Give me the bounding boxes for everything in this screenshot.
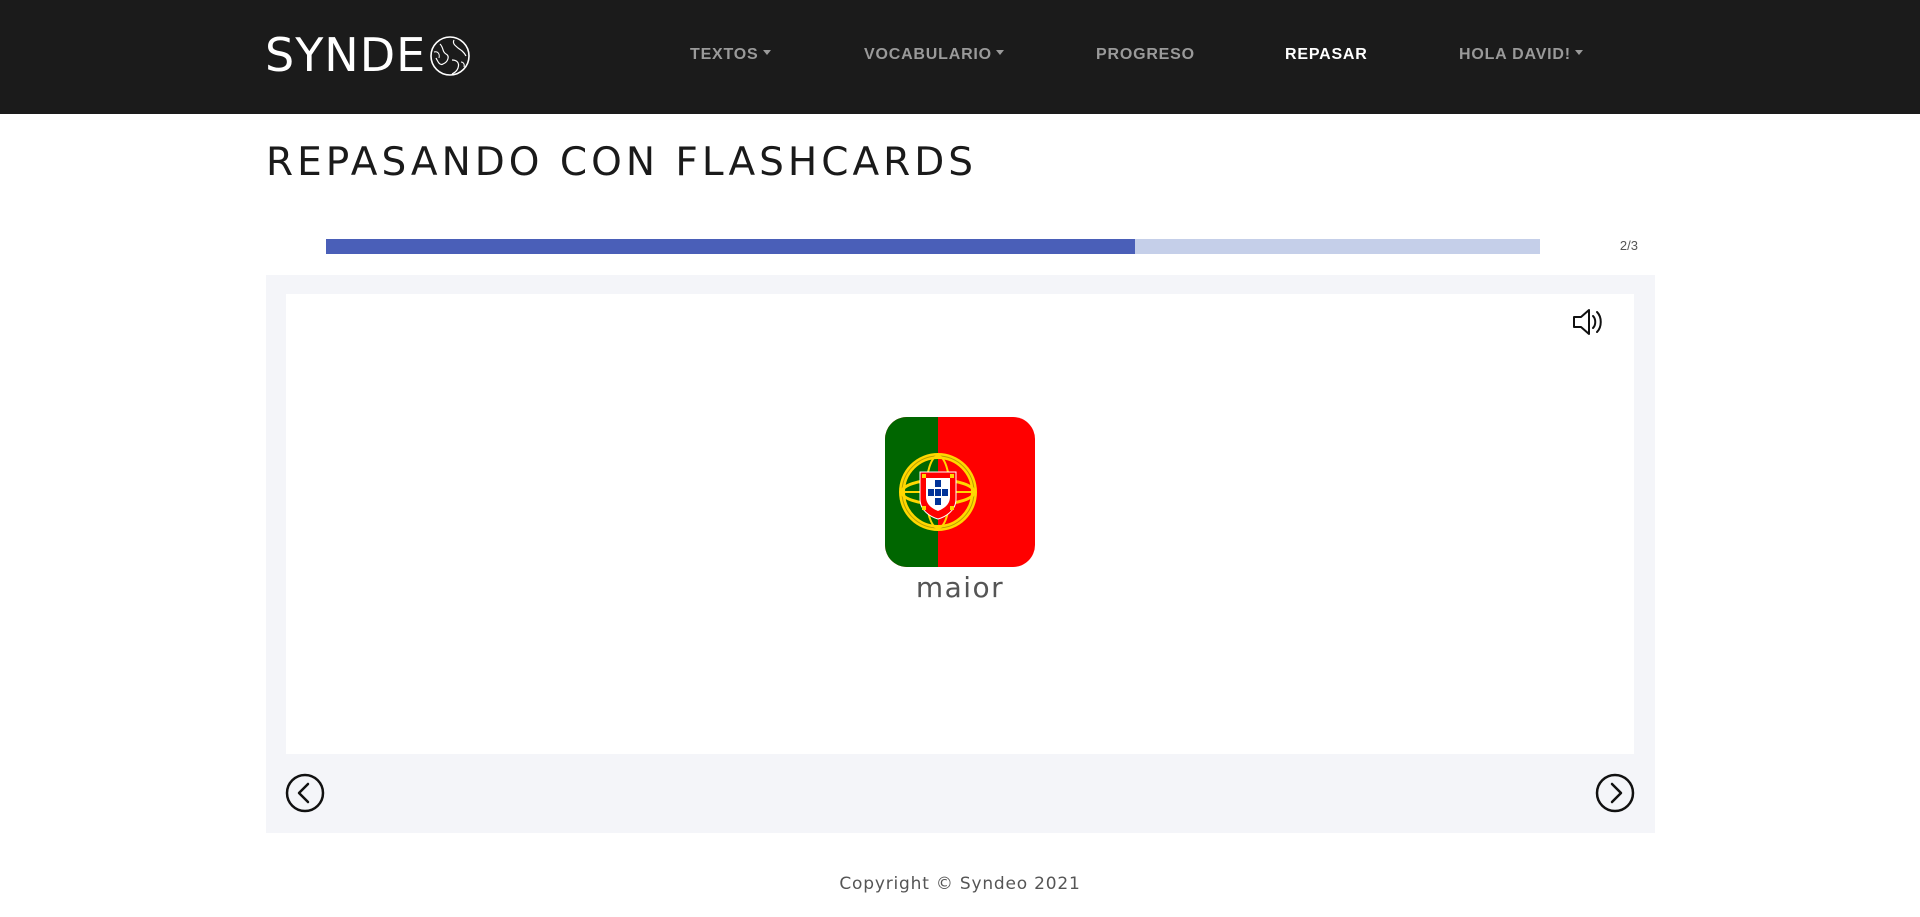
syndeo-logo[interactable]: SYNDE (265, 30, 472, 80)
top-navbar: SYNDE TEXTOS VOCABULARIO PROGRESO REPASA… (0, 0, 1920, 114)
nav-repasar-label: REPASAR (1285, 46, 1368, 63)
flashcard-panel: maior (266, 275, 1655, 833)
page-title: REPASANDO CON FLASHCARDS (266, 140, 978, 185)
globe-icon (430, 36, 471, 76)
flashcard[interactable]: maior (286, 294, 1634, 754)
nav-textos-label: TEXTOS (690, 46, 759, 63)
nav-vocabulario-label: VOCABULARIO (864, 46, 992, 63)
nav-user-label: HOLA DAVID! (1459, 46, 1571, 63)
nav-progreso-label: PROGRESO (1096, 46, 1195, 63)
caret-down-icon (995, 50, 1004, 56)
logo-text: SYNDE (265, 28, 427, 82)
chevron-left-circle-icon[interactable] (285, 773, 325, 813)
portugal-flag-icon (885, 417, 1035, 567)
progress-bar-fill (326, 239, 1136, 254)
caret-down-icon (762, 50, 771, 56)
nav-repasar-link[interactable]: REPASAR (1285, 46, 1368, 64)
chevron-right-circle-icon[interactable] (1595, 773, 1635, 813)
flashcard-word: maior (915, 571, 1005, 604)
nav-textos-dropdown[interactable]: TEXTOS (690, 46, 771, 64)
speaker-icon[interactable] (1571, 306, 1607, 338)
nav-user-dropdown[interactable]: HOLA DAVID! (1459, 46, 1583, 64)
nav-vocabulario-dropdown[interactable]: VOCABULARIO (864, 46, 1004, 64)
footer-copyright: Copyright © Syndeo 2021 (839, 874, 1081, 894)
progress-bar (326, 239, 1540, 254)
caret-down-icon (1574, 50, 1583, 56)
progress-counter: 2/3 (1619, 238, 1638, 253)
nav-progreso-link[interactable]: PROGRESO (1096, 46, 1195, 64)
